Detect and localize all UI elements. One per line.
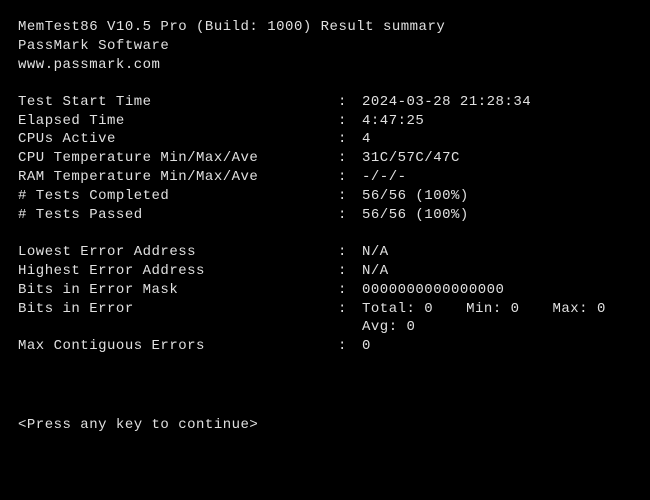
colon: :: [338, 281, 362, 300]
row-highest-error-address: Highest Error Address : N/A: [18, 262, 632, 281]
bits-in-error-max: Max: 0: [552, 301, 605, 317]
row-bits-error-mask: Bits in Error Mask : 0000000000000000: [18, 281, 632, 300]
row-elapsed-time: Elapsed Time : 4:47:25: [18, 112, 632, 131]
value-bits-error-mask: 0000000000000000: [362, 281, 632, 300]
colon: :: [338, 337, 362, 356]
colon: :: [338, 187, 362, 206]
colon: :: [338, 130, 362, 149]
header: MemTest86 V10.5 Pro (Build: 1000) Result…: [18, 18, 632, 75]
label-bits-in-error: Bits in Error: [18, 300, 338, 338]
label-test-start-time: Test Start Time: [18, 93, 338, 112]
vendor-url: www.passmark.com: [18, 56, 632, 75]
colon: :: [338, 262, 362, 281]
label-tests-passed: # Tests Passed: [18, 206, 338, 225]
value-ram-temp: -/-/-: [362, 168, 632, 187]
colon: :: [338, 300, 362, 338]
label-cpu-temp: CPU Temperature Min/Max/Ave: [18, 149, 338, 168]
bits-in-error-avg: Avg: 0: [362, 319, 415, 335]
label-highest-error-address: Highest Error Address: [18, 262, 338, 281]
value-max-contiguous-errors: 0: [362, 337, 632, 356]
vendor-name: PassMark Software: [18, 37, 632, 56]
summary-section-1: Test Start Time : 2024-03-28 21:28:34 El…: [18, 93, 632, 225]
colon: :: [338, 149, 362, 168]
bits-in-error-min: Min: 0: [466, 301, 519, 317]
colon: :: [338, 168, 362, 187]
label-cpus-active: CPUs Active: [18, 130, 338, 149]
row-ram-temp: RAM Temperature Min/Max/Ave : -/-/-: [18, 168, 632, 187]
colon: :: [338, 112, 362, 131]
row-cpus-active: CPUs Active : 4: [18, 130, 632, 149]
value-elapsed-time: 4:47:25: [362, 112, 632, 131]
row-tests-passed: # Tests Passed : 56/56 (100%): [18, 206, 632, 225]
press-any-key-prompt[interactable]: <Press any key to continue>: [18, 416, 632, 435]
colon: :: [338, 206, 362, 225]
row-tests-completed: # Tests Completed : 56/56 (100%): [18, 187, 632, 206]
row-lowest-error-address: Lowest Error Address : N/A: [18, 243, 632, 262]
value-highest-error-address: N/A: [362, 262, 632, 281]
colon: :: [338, 93, 362, 112]
colon: :: [338, 243, 362, 262]
value-tests-passed: 56/56 (100%): [362, 206, 632, 225]
label-elapsed-time: Elapsed Time: [18, 112, 338, 131]
row-max-contiguous-errors: Max Contiguous Errors : 0: [18, 337, 632, 356]
label-ram-temp: RAM Temperature Min/Max/Ave: [18, 168, 338, 187]
row-bits-in-error: Bits in Error : Total: 0 Min: 0 Max: 0 A…: [18, 300, 632, 338]
app-title: MemTest86 V10.5 Pro (Build: 1000) Result…: [18, 18, 632, 37]
value-bits-in-error: Total: 0 Min: 0 Max: 0 Avg: 0: [362, 300, 632, 338]
value-lowest-error-address: N/A: [362, 243, 632, 262]
label-tests-completed: # Tests Completed: [18, 187, 338, 206]
label-bits-error-mask: Bits in Error Mask: [18, 281, 338, 300]
row-test-start-time: Test Start Time : 2024-03-28 21:28:34: [18, 93, 632, 112]
value-cpus-active: 4: [362, 130, 632, 149]
summary-section-2: Lowest Error Address : N/A Highest Error…: [18, 243, 632, 356]
label-lowest-error-address: Lowest Error Address: [18, 243, 338, 262]
row-cpu-temp: CPU Temperature Min/Max/Ave : 31C/57C/47…: [18, 149, 632, 168]
value-cpu-temp: 31C/57C/47C: [362, 149, 632, 168]
value-tests-completed: 56/56 (100%): [362, 187, 632, 206]
label-max-contiguous-errors: Max Contiguous Errors: [18, 337, 338, 356]
value-test-start-time: 2024-03-28 21:28:34: [362, 93, 632, 112]
bits-in-error-total: Total: 0: [362, 301, 433, 317]
